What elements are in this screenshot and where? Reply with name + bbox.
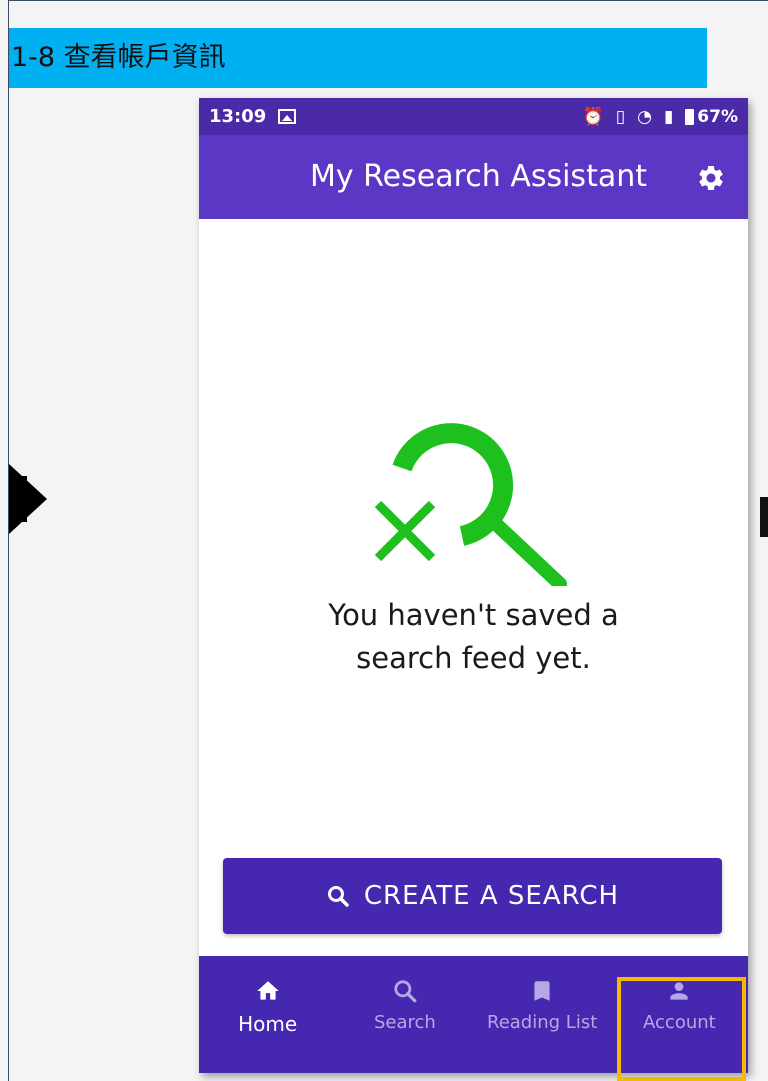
slide-title-banner: 1-8 查看帳戶資訊 <box>9 28 707 88</box>
nav-item-home[interactable]: Home <box>199 956 336 1073</box>
nav-label-search: Search <box>373 1012 436 1033</box>
empty-message-line-1: You haven't saved a <box>328 598 619 632</box>
gear-icon[interactable] <box>696 163 726 193</box>
status-time: 13:09 <box>209 106 267 127</box>
nav-item-reading-list[interactable]: Reading List <box>474 956 611 1073</box>
app-bar: My Research Assistant <box>199 135 748 219</box>
empty-state-message: You haven't saved a search feed yet. <box>199 594 748 680</box>
create-search-label: CREATE A SEARCH <box>363 881 620 911</box>
nav-label-home: Home <box>238 1012 298 1036</box>
search-icon <box>327 886 349 907</box>
search-icon <box>394 980 417 1003</box>
home-icon <box>256 981 279 1000</box>
status-icons: ⏰ ▯ ◔ ▮ 67% <box>583 107 738 127</box>
create-search-button[interactable]: CREATE A SEARCH <box>223 858 722 934</box>
no-search-feed-icon <box>374 423 567 586</box>
phone-screen: 13:09 ⏰ ▯ ◔ ▮ 67% My Research Assistant … <box>199 98 748 1073</box>
alarm-icon: ⏰ <box>582 106 604 127</box>
bottom-navigation: Home Search Reading List Account <box>199 956 748 1073</box>
status-bar: 13:09 ⏰ ▯ ◔ ▮ 67% <box>199 98 748 135</box>
vibrate-icon: ▯ <box>615 106 626 127</box>
nav-label-reading-list: Reading List <box>487 1012 598 1033</box>
nav-item-account[interactable]: Account <box>611 956 748 1073</box>
battery-status: 67% <box>685 107 738 127</box>
right-pointing-arrow-icon <box>9 464 47 534</box>
bookmark-icon <box>534 981 550 1001</box>
wifi-icon: ◔ <box>637 106 652 127</box>
battery-percent: 67% <box>697 106 738 127</box>
signal-icon: ▮ <box>663 106 674 127</box>
app-title: My Research Assistant <box>310 159 647 194</box>
image-notification-icon <box>278 109 297 124</box>
battery-icon <box>685 108 695 125</box>
nav-label-account: Account <box>643 1012 716 1033</box>
person-icon <box>670 982 689 1000</box>
next-arrow-fragment <box>760 497 768 537</box>
nav-item-search[interactable]: Search <box>336 956 473 1073</box>
empty-message-line-2: search feed yet. <box>356 641 591 675</box>
